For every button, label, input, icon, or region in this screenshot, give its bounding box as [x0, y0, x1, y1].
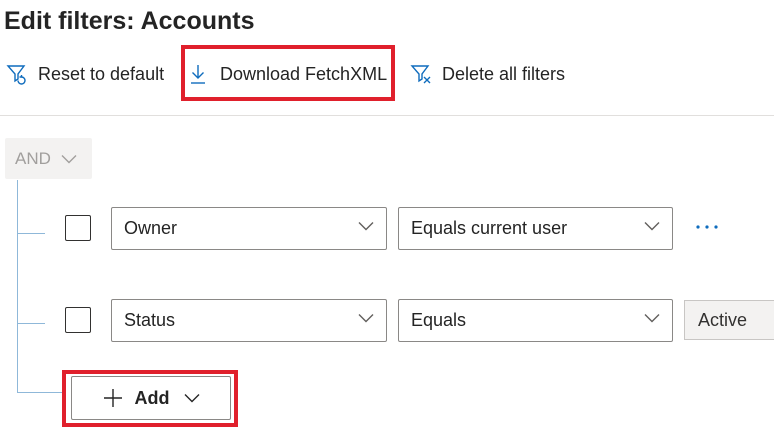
- toolbar-divider: [0, 115, 774, 116]
- delete-all-filters-button[interactable]: Delete all filters: [410, 55, 565, 93]
- reset-to-default-button[interactable]: Reset to default: [6, 55, 164, 93]
- group-operator-dropdown[interactable]: AND: [5, 138, 92, 179]
- chevron-down-icon: [644, 221, 660, 231]
- plus-icon: [103, 388, 123, 408]
- tree-line-branch: [17, 233, 45, 234]
- row-checkbox-status[interactable]: [65, 307, 91, 333]
- tree-line-branch: [17, 323, 45, 324]
- add-button-label: Add: [134, 387, 170, 408]
- row-checkbox-owner[interactable]: [65, 215, 91, 241]
- operator-select-owner[interactable]: Equals current user: [398, 207, 673, 250]
- value-field-text: Active: [698, 309, 748, 330]
- filter-delete-icon: [410, 63, 432, 85]
- page-title: Edit filters: Accounts: [4, 7, 255, 35]
- tree-line-branch: [17, 392, 63, 393]
- field-select-value: Owner: [124, 218, 178, 238]
- delete-all-filters-label: Delete all filters: [442, 63, 566, 84]
- value-field-status[interactable]: Active: [684, 300, 774, 340]
- chevron-down-icon: [184, 393, 200, 403]
- download-fetchxml-button[interactable]: Download FetchXML: [188, 55, 387, 93]
- toolbar: Reset to default Download FetchXML Delet…: [0, 55, 774, 95]
- group-operator-label: AND: [15, 148, 51, 168]
- chevron-down-icon: [358, 313, 374, 323]
- add-button[interactable]: Add: [71, 376, 231, 420]
- tree-line-vertical: [17, 180, 18, 392]
- reset-to-default-label: Reset to default: [38, 63, 165, 84]
- field-select-status[interactable]: Status: [111, 299, 387, 342]
- chevron-down-icon: [61, 154, 77, 164]
- download-fetchxml-label: Download FetchXML: [220, 63, 388, 84]
- chevron-down-icon: [644, 313, 660, 323]
- operator-select-status[interactable]: Equals: [398, 299, 673, 342]
- field-select-owner[interactable]: Owner: [111, 207, 387, 250]
- operator-select-value: Equals: [411, 310, 467, 330]
- more-options-icon[interactable]: [694, 216, 720, 238]
- operator-select-value: Equals current user: [411, 218, 568, 238]
- chevron-down-icon: [358, 221, 374, 231]
- field-select-value: Status: [124, 310, 176, 330]
- download-icon: [188, 63, 210, 85]
- filter-reset-icon: [6, 63, 28, 85]
